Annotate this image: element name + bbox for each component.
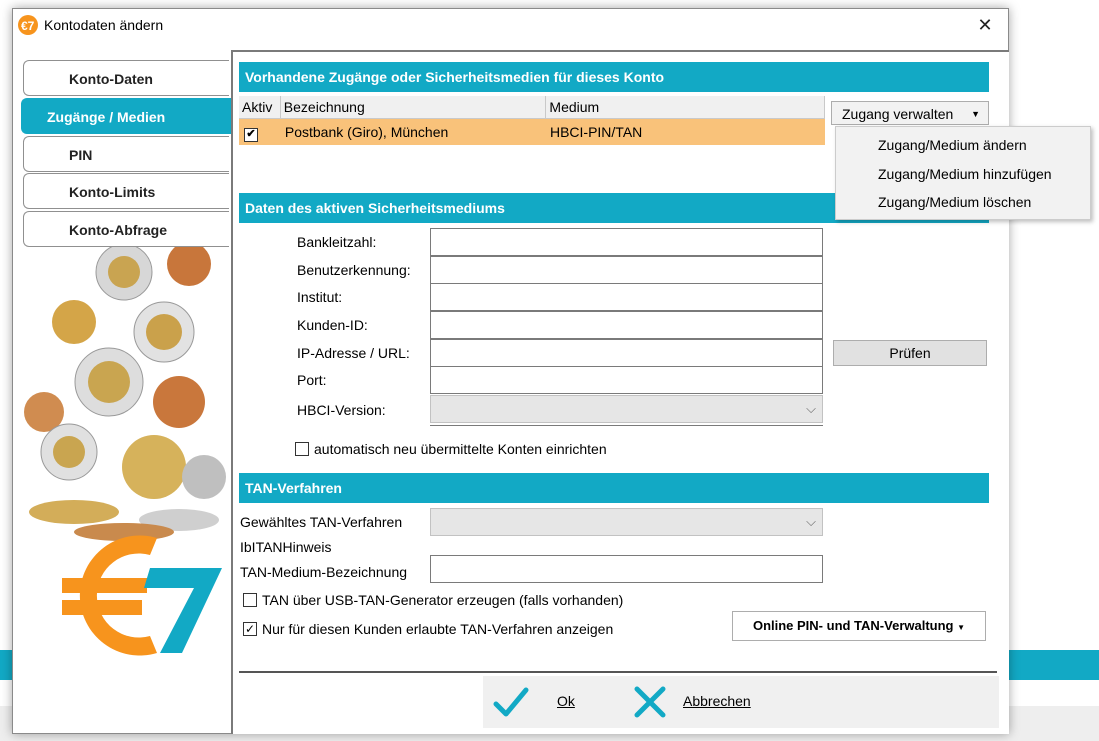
column-header-bezeichnung[interactable]: Bezeichnung bbox=[281, 96, 547, 118]
row-medium: HBCI-PIN/TAN bbox=[549, 124, 643, 140]
column-header-aktiv[interactable]: Aktiv bbox=[239, 96, 281, 118]
auto-accounts-checkbox[interactable] bbox=[295, 442, 309, 456]
hbci-version-select[interactable]: ⌵ bbox=[430, 395, 823, 423]
close-button[interactable]: ✕ bbox=[962, 9, 1008, 41]
tan-verfahren-select[interactable]: ⌵ bbox=[430, 508, 823, 536]
access-table: Aktiv Bezeichnung Medium ✔ Postbank (Gir… bbox=[239, 96, 825, 145]
row-active-checkbox[interactable]: ✔ bbox=[244, 128, 258, 142]
main-panel: Vorhandene Zugänge oder Sicherheitsmedie… bbox=[231, 50, 1091, 734]
dropdown-arrow-icon: ▼ bbox=[957, 623, 966, 632]
column-header-medium[interactable]: Medium bbox=[546, 96, 825, 118]
menu-item-hinzufuegen[interactable]: Zugang/Medium hinzufügen bbox=[878, 166, 1052, 182]
aktiv-cell: ✔ bbox=[239, 119, 277, 145]
hbci-version-label: HBCI-Version: bbox=[297, 402, 386, 418]
institut-field[interactable] bbox=[430, 283, 823, 311]
zugang-verwalten-label: Zugang verwalten bbox=[842, 106, 954, 122]
bankleitzahl-field[interactable] bbox=[430, 228, 823, 256]
online-pin-tan-label: Online PIN- und TAN-Verwaltung bbox=[752, 618, 954, 633]
window-title: Kontodaten ändern bbox=[44, 17, 164, 33]
app-euro7-icon: €7 bbox=[18, 15, 38, 35]
online-pin-tan-button[interactable]: Online PIN- und TAN-Verwaltung ▼ bbox=[732, 611, 986, 641]
clipped-field-edge bbox=[430, 425, 823, 431]
access-table-header: Aktiv Bezeichnung Medium bbox=[239, 96, 825, 119]
zugang-verwalten-menu: Zugang/Medium ändern Zugang/Medium hinzu… bbox=[835, 126, 1091, 220]
benutzerkennung-label: Benutzerkennung: bbox=[297, 262, 411, 278]
kunden-id-field[interactable] bbox=[430, 311, 823, 339]
pruefen-button[interactable]: Prüfen bbox=[833, 340, 987, 366]
tab-konto-abfrage[interactable]: Konto-Abfrage bbox=[23, 211, 229, 247]
chevron-down-icon: ⌵ bbox=[806, 514, 816, 529]
zugang-verwalten-button[interactable]: Zugang verwalten ▼ bbox=[831, 101, 989, 125]
coins-illustration bbox=[24, 242, 226, 541]
kunden-id-label: Kunden-ID: bbox=[297, 317, 368, 333]
tan-hint-label: IbITANHinweis bbox=[240, 539, 332, 555]
tan-section-heading: TAN-Verfahren bbox=[239, 473, 989, 503]
access-section-heading: Vorhandene Zugänge oder Sicherheitsmedie… bbox=[239, 62, 989, 92]
tab-zugaenge-medien[interactable]: Zugänge / Medien bbox=[21, 98, 231, 134]
ip-url-field[interactable] bbox=[430, 339, 823, 367]
tan-medium-label: TAN-Medium-Bezeichnung bbox=[240, 564, 408, 580]
abbrechen-button[interactable]: Abbrechen bbox=[683, 693, 751, 709]
usb-tan-label: TAN über USB-TAN-Generator erzeugen (fal… bbox=[262, 592, 624, 608]
tan-medium-field[interactable] bbox=[430, 555, 823, 583]
dropdown-arrow-icon: ▼ bbox=[971, 109, 980, 119]
menu-item-loeschen[interactable]: Zugang/Medium löschen bbox=[878, 194, 1031, 210]
svg-text:€7: €7 bbox=[21, 19, 35, 33]
tab-pin[interactable]: PIN bbox=[23, 136, 229, 172]
bankleitzahl-label: Bankleitzahl: bbox=[297, 234, 377, 250]
auto-accounts-label: automatisch neu übermittelte Konten einr… bbox=[314, 441, 607, 457]
ip-url-label: IP-Adresse / URL: bbox=[297, 345, 410, 361]
abbrechen-label: Abbrechen bbox=[683, 693, 751, 709]
euro7-logo-icon bbox=[62, 535, 222, 656]
only-allowed-label: Nur für diesen Kunden erlaubte TAN-Verfa… bbox=[262, 621, 614, 637]
menu-item-aendern[interactable]: Zugang/Medium ändern bbox=[878, 137, 1027, 153]
row-bezeichnung: Postbank (Giro), München bbox=[284, 124, 449, 140]
benutzerkennung-field[interactable] bbox=[430, 256, 823, 284]
table-row[interactable]: ✔ Postbank (Giro), München HBCI-PIN/TAN bbox=[239, 119, 825, 145]
only-allowed-checkbox[interactable]: ✓ bbox=[243, 622, 257, 636]
title-bar: €7 Kontodaten ändern ✕ bbox=[13, 9, 1008, 41]
checkmark-icon[interactable] bbox=[493, 684, 529, 720]
ok-button[interactable]: Ok bbox=[557, 693, 575, 709]
institut-label: Institut: bbox=[297, 289, 343, 305]
chevron-down-icon: ⌵ bbox=[806, 401, 816, 416]
tan-verfahren-label: Gewähltes TAN-Verfahren bbox=[240, 514, 403, 530]
footer-divider bbox=[239, 671, 997, 673]
tab-konto-limits[interactable]: Konto-Limits bbox=[23, 173, 229, 209]
port-label: Port: bbox=[297, 372, 327, 388]
usb-tan-checkbox[interactable] bbox=[243, 593, 257, 607]
cancel-x-icon[interactable] bbox=[633, 685, 667, 719]
kontodaten-dialog: €7 Kontodaten ändern ✕ Konto-Daten Zugän… bbox=[12, 8, 1091, 734]
port-field[interactable] bbox=[430, 366, 823, 394]
tab-konto-daten[interactable]: Konto-Daten bbox=[23, 60, 229, 96]
footer-bar: Ok Abbrechen bbox=[483, 676, 999, 728]
